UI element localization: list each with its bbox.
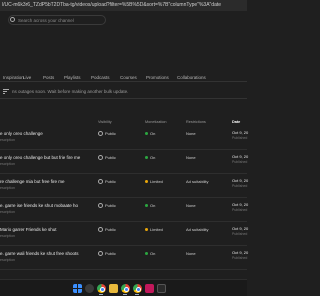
table-header: Visibility Monetization Restrictions Dat… bbox=[0, 117, 247, 126]
date-status: Published bbox=[232, 208, 248, 212]
public-globe-icon bbox=[98, 203, 103, 208]
restrictions-value: None bbox=[186, 131, 196, 136]
date-value: Oct 9, 20 bbox=[232, 226, 249, 231]
date-value: Oct 9, 20 bbox=[232, 250, 249, 255]
visibility-value[interactable]: Public bbox=[105, 179, 116, 184]
tab-posts[interactable]: Posts bbox=[43, 75, 54, 80]
active-app-indicator bbox=[135, 294, 139, 295]
monetization-status-icon bbox=[145, 156, 148, 159]
monetization-value[interactable]: On bbox=[150, 203, 155, 208]
address-bar[interactable]: l/UC-m6k3r6_TZdP5bT2DTba-tg/videos/uploa… bbox=[0, 0, 247, 11]
public-globe-icon bbox=[98, 251, 103, 256]
video-description: escription bbox=[0, 162, 15, 166]
active-app-indicator bbox=[99, 294, 103, 295]
visibility-value[interactable]: Public bbox=[105, 155, 116, 160]
bulk-update-notice: ns outages soon. Wait before making anot… bbox=[12, 89, 129, 94]
monetization-value[interactable]: Limited bbox=[150, 227, 163, 232]
restrictions-value: Ad suitability bbox=[186, 227, 209, 232]
visibility-value[interactable]: Public bbox=[105, 227, 116, 232]
date-value: Oct 9, 20 bbox=[232, 130, 249, 135]
monetization-value[interactable]: On bbox=[150, 155, 155, 160]
video-row[interactable]: e. garre wali friends ke shut free shoot… bbox=[0, 246, 249, 270]
file-explorer-icon[interactable] bbox=[109, 284, 118, 293]
date-status: Published bbox=[232, 256, 248, 260]
video-row[interactable]: re challenge mia but free fire me escrip… bbox=[0, 174, 249, 198]
column-visibility[interactable]: Visibility bbox=[98, 120, 112, 124]
video-row[interactable]: e. garre ise friends ke shut mobaate ho … bbox=[0, 198, 249, 222]
chrome-icon[interactable] bbox=[133, 284, 142, 293]
video-title[interactable]: e only oreo challenge bbox=[0, 131, 43, 136]
date-value: Oct 9, 20 bbox=[232, 154, 249, 159]
visibility-value[interactable]: Public bbox=[105, 203, 116, 208]
restrictions-value: None bbox=[186, 251, 196, 256]
monetization-status-icon bbox=[145, 204, 148, 207]
column-monetization[interactable]: Monetization bbox=[145, 120, 167, 124]
video-description: escription bbox=[0, 186, 15, 190]
channel-search-input[interactable] bbox=[18, 16, 104, 24]
public-globe-icon bbox=[98, 227, 103, 232]
monetization-value[interactable]: Limited bbox=[150, 179, 163, 184]
public-globe-icon bbox=[98, 179, 103, 184]
video-description: escription bbox=[0, 258, 15, 262]
chrome-icon[interactable] bbox=[121, 284, 130, 293]
video-title[interactable]: e only oreo challenge but but frie fire … bbox=[0, 155, 80, 160]
date-status: Published bbox=[232, 184, 248, 188]
filter-icon[interactable] bbox=[3, 89, 9, 94]
app-icon[interactable] bbox=[145, 284, 154, 293]
monetization-status-icon bbox=[145, 252, 148, 255]
video-title[interactable]: Mario garrer Friends ke shut bbox=[0, 227, 57, 232]
date-status: Published bbox=[232, 232, 248, 236]
public-globe-icon bbox=[98, 155, 103, 160]
search-icon bbox=[10, 17, 15, 22]
filter-bar: ns outages soon. Wait before making anot… bbox=[0, 85, 247, 99]
date-status: Published bbox=[232, 160, 248, 164]
video-description: escription bbox=[0, 138, 15, 142]
column-date[interactable]: Date bbox=[232, 120, 240, 124]
restrictions-value: None bbox=[186, 155, 196, 160]
video-row[interactable]: Mario garrer Friends ke shut escription … bbox=[0, 222, 249, 246]
video-description: escription bbox=[0, 234, 15, 238]
url-text[interactable]: l/UC-m6k3r6_TZdP5bT2DTba-tg/videos/uploa… bbox=[2, 2, 245, 8]
restrictions-value: None bbox=[186, 203, 196, 208]
tab-podcasts[interactable]: Podcasts bbox=[91, 75, 110, 80]
tab-live[interactable]: Live bbox=[23, 75, 31, 80]
video-row[interactable]: e only oreo challenge escription Public … bbox=[0, 126, 249, 150]
tab-promotions[interactable]: Promotions bbox=[146, 75, 169, 80]
app-icon[interactable] bbox=[157, 284, 166, 293]
video-title[interactable]: e. garre wali friends ke shut free shoot… bbox=[0, 251, 79, 256]
date-status: Published bbox=[232, 136, 248, 140]
restrictions-value: Ad suitability bbox=[186, 179, 209, 184]
monetization-value[interactable]: On bbox=[150, 251, 155, 256]
active-app-indicator bbox=[123, 294, 127, 295]
tab-inspiration[interactable]: Inspiration bbox=[3, 75, 24, 80]
column-restrictions[interactable]: Restrictions bbox=[186, 120, 206, 124]
monetization-value[interactable]: On bbox=[150, 131, 155, 136]
search-icon[interactable] bbox=[85, 284, 94, 293]
tab-courses[interactable]: Courses bbox=[120, 75, 137, 80]
tab-collaborations[interactable]: Collaborations bbox=[177, 75, 206, 80]
video-row[interactable]: e only oreo challenge but but frie fire … bbox=[0, 150, 249, 174]
content-tabs: Inspiration Live Posts Playlists Podcast… bbox=[0, 72, 247, 82]
video-description: escription bbox=[0, 210, 15, 214]
video-title[interactable]: re challenge mia but free fire me bbox=[0, 179, 65, 184]
date-value: Oct 9, 20 bbox=[232, 202, 249, 207]
public-globe-icon bbox=[98, 131, 103, 136]
visibility-value[interactable]: Public bbox=[105, 251, 116, 256]
tab-playlists[interactable]: Playlists bbox=[64, 75, 81, 80]
visibility-value[interactable]: Public bbox=[105, 131, 116, 136]
monetization-status-icon bbox=[145, 228, 148, 231]
windows-start-icon[interactable] bbox=[73, 284, 82, 293]
monetization-status-icon bbox=[145, 180, 148, 183]
date-value: Oct 9, 20 bbox=[232, 178, 249, 183]
monetization-status-icon bbox=[145, 132, 148, 135]
chrome-icon[interactable] bbox=[97, 284, 106, 293]
video-title[interactable]: e. garre ise friends ke shut mobaate ho bbox=[0, 203, 78, 208]
